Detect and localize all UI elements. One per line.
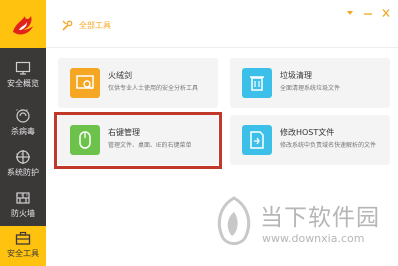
sidebar: 安全概览 杀病毒 系统防护 防火墙 安全工具 — [0, 0, 46, 266]
selection-highlight — [54, 112, 222, 169]
app-logo — [0, 0, 46, 48]
tool-tile — [242, 125, 272, 155]
breadcrumb-label: 全部工具 — [79, 20, 111, 30]
sidebar-item-tools[interactable]: 安全工具 — [0, 226, 46, 266]
watermark-logo-icon — [217, 196, 251, 245]
firewall-icon — [16, 192, 30, 204]
sidebar-item-firewall[interactable]: 防火墙 — [0, 186, 46, 224]
window-controls — [338, 3, 392, 17]
host-file-icon — [250, 131, 264, 149]
close-icon[interactable] — [380, 3, 392, 17]
sidebar-item-label: 安全工具 — [7, 249, 39, 258]
watermark-text: 当下软件园 — [260, 205, 380, 231]
divider-dots — [14, 96, 32, 111]
monitor-icon — [15, 61, 31, 75]
watermark-url: www.downxia.com — [262, 232, 365, 245]
crosshair-icon — [16, 150, 30, 164]
tool-description: 修改系统中负责域名快速解析的文件 — [280, 142, 377, 149]
tool-tile — [70, 68, 100, 98]
breadcrumb[interactable]: 全部工具 — [62, 18, 111, 32]
minimize-icon[interactable] — [362, 3, 374, 15]
fire-logo-icon — [13, 16, 33, 35]
tools-icon — [62, 20, 73, 31]
tool-tile — [242, 68, 272, 98]
sidebar-item-label: 系统防护 — [7, 168, 39, 177]
tool-title: 修改HOST文件 — [280, 128, 335, 137]
divider-dots — [14, 181, 32, 196]
sidebar-item-virus-scan[interactable]: 杀病毒 — [0, 104, 46, 142]
tool-title: 垃圾清理 — [280, 71, 312, 80]
trash-icon — [250, 76, 264, 91]
tool-card-host-file[interactable]: 修改HOST文件 修改系统中负责域名快速解析的文件 — [230, 115, 390, 165]
virus-scan-icon — [16, 109, 30, 123]
sidebar-item-label: 杀病毒 — [11, 127, 35, 136]
watermark: 当下软件园 www.downxia.com — [208, 196, 388, 256]
dropdown-icon[interactable] — [344, 3, 356, 15]
sidebar-item-label: 安全概览 — [7, 79, 39, 88]
sidebar-item-label: 防火墙 — [11, 209, 35, 218]
sidebar-item-protection[interactable]: 系统防护 — [0, 145, 46, 183]
tool-card-analyzer[interactable]: 火绒剑 仅供专业人士使用的安全分析工具 — [58, 58, 218, 108]
analyzer-icon — [76, 75, 94, 90]
tool-description: 全面清理系统垃圾文件 — [280, 85, 341, 92]
tool-description: 仅供专业人士使用的安全分析工具 — [108, 85, 199, 92]
toolbox-icon — [15, 231, 31, 245]
tool-card-junk-cleanup[interactable]: 垃圾清理 全面清理系统垃圾文件 — [230, 58, 390, 108]
tool-title: 火绒剑 — [108, 71, 132, 80]
divider-dots — [14, 140, 32, 155]
sidebar-item-overview[interactable]: 安全概览 — [0, 56, 46, 94]
header: 全部工具 — [46, 0, 398, 48]
